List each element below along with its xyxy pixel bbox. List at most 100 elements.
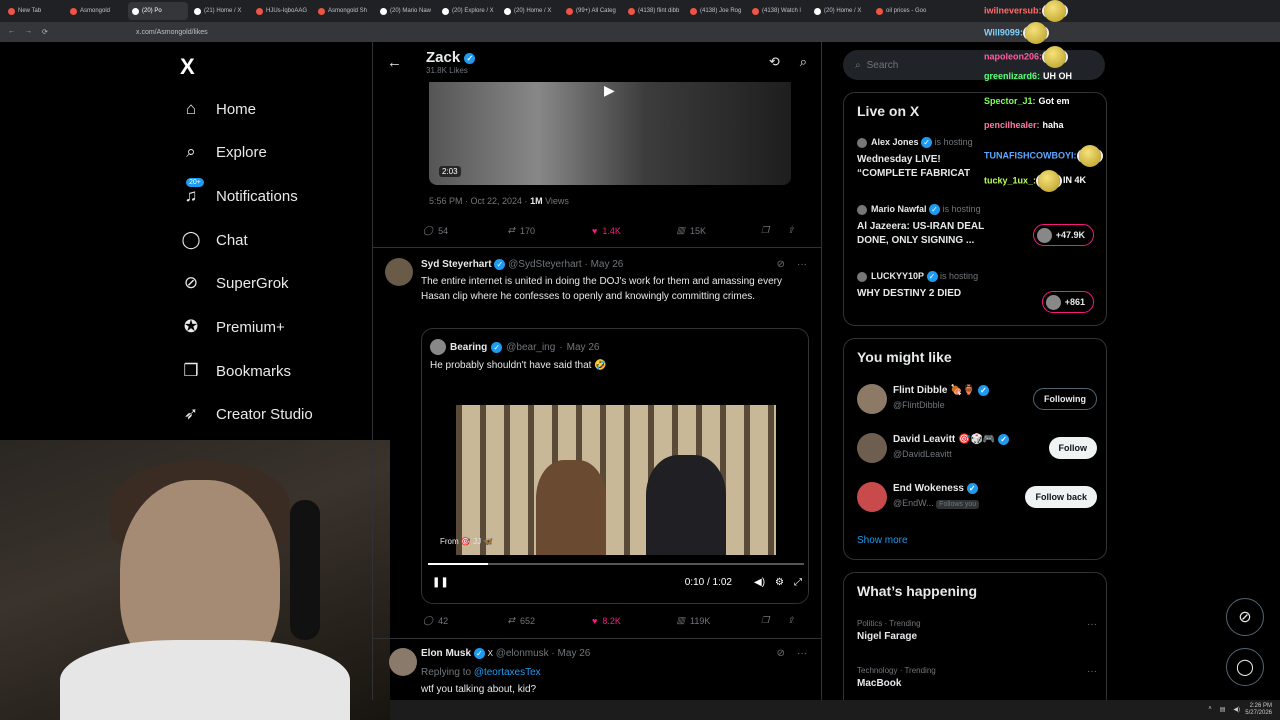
chat-username: greenlizard6: bbox=[984, 71, 1041, 81]
browser-tab[interactable]: (99+) All Categ bbox=[562, 2, 622, 20]
x-logo[interactable]: X bbox=[180, 54, 195, 80]
suggested-user[interactable]: David Leavitt 🎯🎲🎮 ✓ @DavidLeavitt Follow bbox=[857, 431, 1097, 465]
reload-icon[interactable]: ⟳ bbox=[42, 28, 48, 36]
live-listeners-badge[interactable]: +861 bbox=[1041, 291, 1094, 313]
analytics-button[interactable]: ▥ 119K bbox=[677, 615, 762, 626]
more-icon[interactable]: ··· bbox=[797, 648, 807, 659]
back-icon[interactable]: ← bbox=[8, 28, 15, 36]
repost-button[interactable]: ⇄ 170 bbox=[508, 225, 593, 236]
author-handle[interactable]: @elonmusk bbox=[496, 648, 549, 659]
follow-back-button[interactable]: Follow back bbox=[1025, 486, 1097, 508]
follow-button[interactable]: Follow bbox=[1048, 437, 1097, 459]
live-listeners-badge[interactable]: +47.9K bbox=[1032, 224, 1094, 246]
tweet-date[interactable]: May 26 bbox=[558, 648, 591, 659]
volume-icon[interactable]: ◀) bbox=[1233, 706, 1240, 713]
browser-tab[interactable]: New Tab bbox=[4, 2, 64, 20]
sidebar-item-supergrok[interactable]: ⊘ SuperGrok bbox=[180, 272, 289, 294]
suggested-user[interactable]: Flint Dibble 🍖🏺 ✓ @FlintDibble Following bbox=[857, 382, 1097, 416]
share-icon: ⇪ bbox=[787, 615, 795, 625]
browser-tab[interactable]: (4138) Watch l bbox=[748, 2, 808, 20]
tweet-video[interactable]: ▶ 2:03 bbox=[429, 82, 791, 185]
sidebar-item-chat[interactable]: ◯ Chat bbox=[180, 229, 247, 251]
reply-button[interactable]: ◯ 54 bbox=[423, 225, 508, 236]
chat-username: iwilneversub: bbox=[984, 5, 1042, 16]
play-icon[interactable]: ▶ bbox=[604, 82, 615, 99]
url-text[interactable]: x.com/Asmongold/likes bbox=[136, 29, 208, 36]
pause-icon[interactable]: ❚❚ bbox=[432, 577, 449, 588]
live-host: LUCKYY10P bbox=[871, 271, 925, 281]
x-affiliate-icon: X bbox=[487, 649, 493, 659]
analytics-button[interactable]: ▥ 15K bbox=[677, 225, 762, 236]
browser-tab[interactable]: Asmongold Sh bbox=[314, 2, 374, 20]
avatar[interactable] bbox=[389, 648, 417, 676]
live-item[interactable]: Alex Jones ✓ is hosting Wednesday LIVE! “… bbox=[857, 137, 973, 181]
fullscreen-icon[interactable]: ⤢ bbox=[794, 577, 802, 588]
like-button[interactable]: ♥ 1.4K bbox=[592, 225, 677, 236]
sidebar-item-label: Home bbox=[216, 100, 257, 118]
grok-icon[interactable]: ⊘ bbox=[777, 259, 785, 270]
author-name[interactable]: Elon Musk bbox=[421, 648, 471, 659]
browser-tab[interactable]: oil prices - Goo bbox=[872, 2, 932, 20]
bookmark-button[interactable]: ❒ bbox=[761, 225, 787, 236]
search-icon[interactable]: ⌕ bbox=[800, 54, 807, 70]
settings-icon[interactable]: ⚙ bbox=[775, 577, 784, 588]
video-progress-bar[interactable] bbox=[428, 563, 804, 565]
system-tray: ˄ ▤ ◀) bbox=[1208, 706, 1240, 713]
chat-fab[interactable]: ◯ bbox=[1226, 648, 1264, 686]
author-name[interactable]: Syd Steyerhart bbox=[421, 259, 492, 270]
author-handle[interactable]: @SydSteyerhart bbox=[508, 259, 582, 270]
live-item[interactable]: Mario Nawfal ✓ is hosting Al Jazeera: US… bbox=[857, 204, 984, 248]
show-more-link[interactable]: Show more bbox=[857, 535, 908, 546]
volume-icon[interactable]: ◀) bbox=[754, 577, 765, 588]
refresh-icon[interactable]: ⟲ bbox=[769, 54, 780, 70]
browser-tab[interactable]: HJUs-IqboAAG bbox=[252, 2, 312, 20]
browser-tab[interactable]: (4138) flint dibb bbox=[624, 2, 684, 20]
like-button[interactable]: ♥ 8.2K bbox=[592, 615, 677, 626]
share-button[interactable]: ⇪ bbox=[787, 225, 813, 236]
view-count: 1M bbox=[530, 196, 543, 206]
tweet-date[interactable]: May 26 bbox=[591, 259, 624, 270]
browser-tab[interactable]: (20) Explore / X bbox=[438, 2, 498, 20]
share-button[interactable]: ⇪ bbox=[787, 615, 813, 626]
browser-tab[interactable]: (20) Home / X bbox=[810, 2, 870, 20]
sidebar-item-bookmarks[interactable]: ❒ Bookmarks bbox=[180, 360, 291, 382]
tweet-actions: ◯ 42 ⇄ 652 ♥ 8.2K ▥ 119K ❒ ⇪ bbox=[423, 615, 813, 626]
more-icon[interactable]: ··· bbox=[1087, 666, 1097, 677]
back-arrow-icon[interactable]: ← bbox=[387, 54, 402, 71]
replying-handle[interactable]: @teortaxesTex bbox=[474, 667, 541, 678]
trend-item[interactable]: Politics · Trending Nigel Farage ··· bbox=[857, 619, 1097, 642]
browser-tab[interactable]: (21) Home / X bbox=[190, 2, 250, 20]
grok-fab[interactable]: ⊘ bbox=[1226, 598, 1264, 636]
more-icon[interactable]: ··· bbox=[797, 259, 807, 270]
suggested-user[interactable]: End Wokeness ✓ @EndW... Follows you Foll… bbox=[857, 480, 1097, 514]
taskbar-clock[interactable]: 2:26 PM 5/27/2026 bbox=[1245, 703, 1272, 717]
quote-tweet[interactable]: Bearing ✓ @bear_ing · May 26 He probably sho… bbox=[421, 328, 809, 604]
sidebar-item-explore[interactable]: ⌕ Explore bbox=[180, 141, 267, 163]
trend-item[interactable]: Technology · Trending MacBook ··· bbox=[857, 666, 1097, 689]
avatar[interactable] bbox=[385, 258, 413, 286]
sidebar-item-home[interactable]: ⌂ Home bbox=[180, 98, 256, 120]
forward-icon[interactable]: → bbox=[25, 28, 32, 36]
main-timeline: ← Zack ✓ 31.8K Likes ⟲ ⌕ ▶ 2:03 5:56 PM … bbox=[372, 42, 822, 700]
browser-tab[interactable]: (4138) Joe Rog bbox=[686, 2, 746, 20]
chevron-up-icon[interactable]: ˄ bbox=[1208, 706, 1212, 713]
browser-tab[interactable]: (20) Po bbox=[128, 2, 188, 20]
video-player[interactable]: From 🎯 JJ 🦋 ❚❚ 0:10 / 1:02 ◀) ⚙ ⤢ bbox=[422, 385, 808, 603]
browser-tab[interactable]: (20) Home / X bbox=[500, 2, 560, 20]
tab-favicon-icon bbox=[566, 7, 573, 15]
sidebar-item-premium[interactable]: ✪ Premium+ bbox=[180, 316, 285, 338]
tab-title: HJUs-IqboAAG bbox=[266, 8, 308, 14]
browser-tab[interactable]: (20) Mario Naw bbox=[376, 2, 436, 20]
following-button[interactable]: Following bbox=[1033, 388, 1097, 410]
sidebar-item-creator-studio[interactable]: ➶ Creator Studio bbox=[180, 403, 313, 425]
sidebar-item-notifications[interactable]: ♫ 20+ Notifications bbox=[180, 178, 298, 207]
bookmark-button[interactable]: ❒ bbox=[761, 615, 787, 626]
network-icon[interactable]: ▤ bbox=[1220, 706, 1226, 713]
more-icon[interactable]: ··· bbox=[1087, 619, 1097, 630]
tab-title: (99+) All Categ bbox=[576, 8, 616, 14]
grok-icon[interactable]: ⊘ bbox=[777, 648, 785, 659]
repost-button[interactable]: ⇄ 652 bbox=[508, 615, 593, 626]
live-item[interactable]: LUCKYY10P ✓ is hosting WHY DESTINY 2 DIE… bbox=[857, 271, 978, 301]
browser-tab[interactable]: Asmongold bbox=[66, 2, 126, 20]
reply-button[interactable]: ◯ 42 bbox=[423, 615, 508, 626]
